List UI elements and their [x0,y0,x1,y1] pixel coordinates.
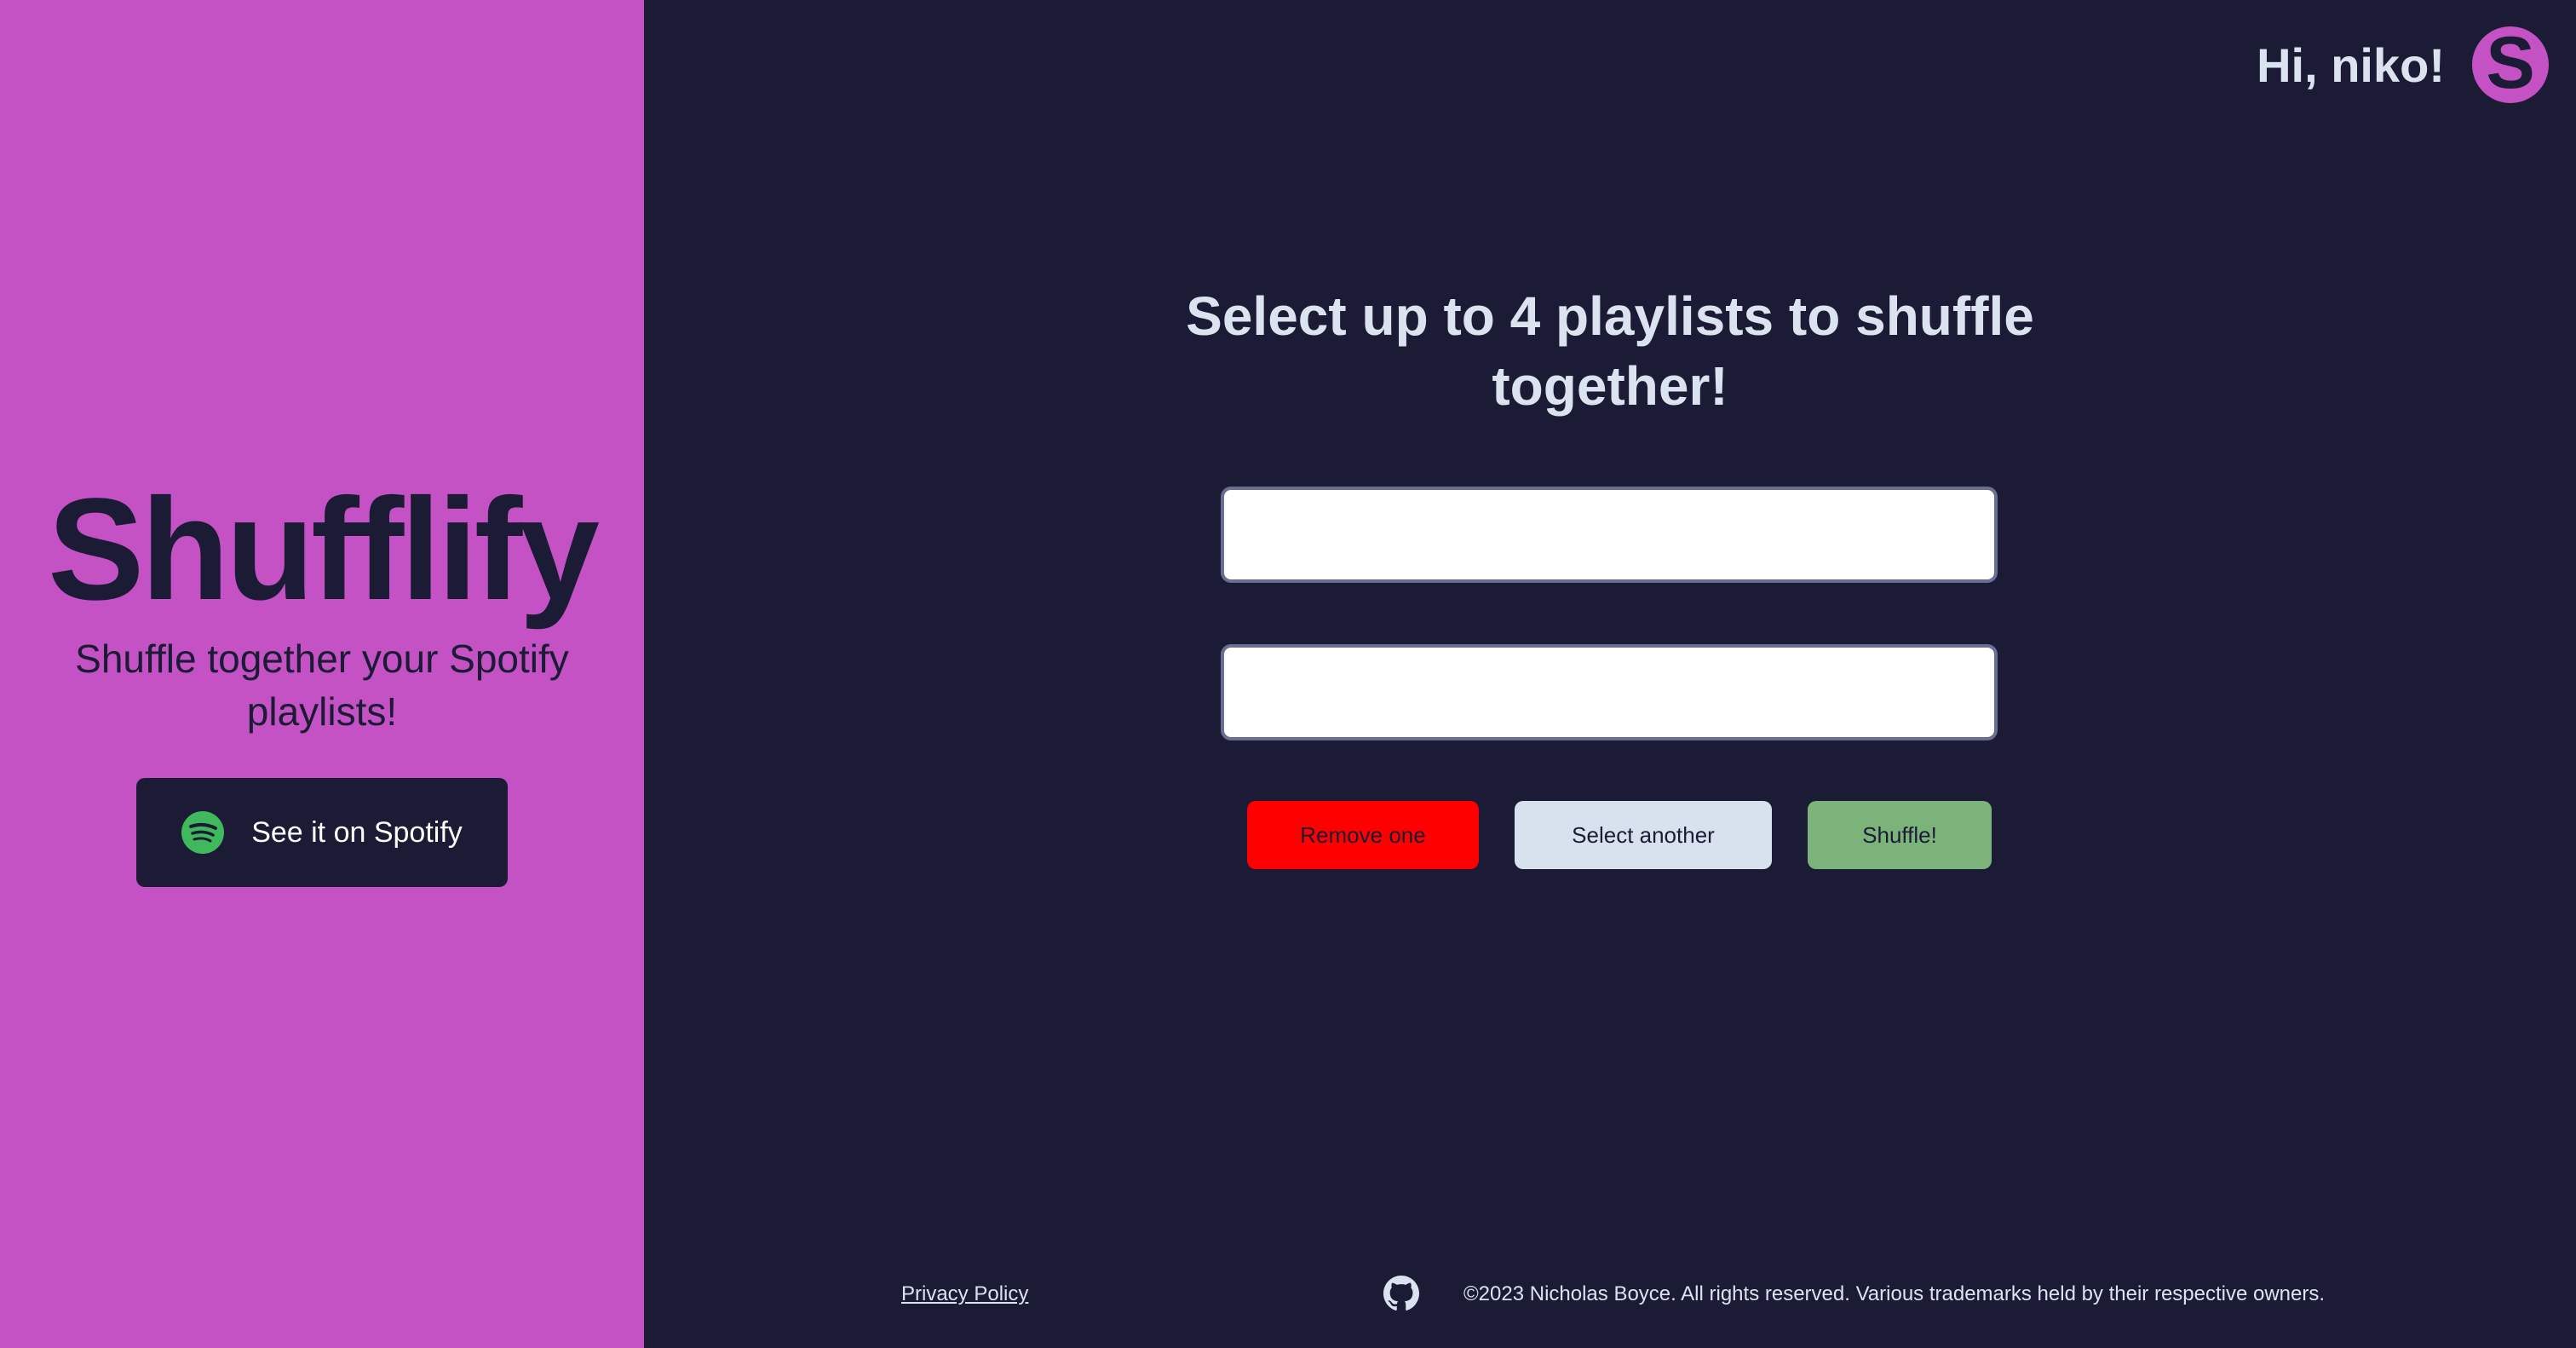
main-panel: Hi, niko! S Select up to 4 playlists to … [644,0,2576,1348]
copyright-text: ©2023 Nicholas Boyce. All rights reserve… [1463,1282,2326,1305]
page: Shufflify Shuffle together your Spotify … [0,0,2576,1348]
avatar-letter: S [2486,22,2535,104]
privacy-policy-link[interactable]: Privacy Policy [901,1282,1028,1306]
shuffle-button[interactable]: Shuffle! [1808,801,1992,869]
github-icon[interactable] [1383,1276,1419,1311]
see-on-spotify-button[interactable]: See it on Spotify [136,778,508,887]
user-avatar[interactable]: S [2472,22,2549,104]
brand-panel: Shufflify Shuffle together your Spotify … [0,0,644,1348]
see-on-spotify-label: See it on Spotify [251,815,463,849]
remove-one-button[interactable]: Remove one [1247,801,1479,869]
playlist-input-2[interactable] [1221,644,1998,740]
playlist-input-1[interactable] [1221,487,1998,583]
select-another-button[interactable]: Select another [1515,801,1772,869]
spotify-icon [181,811,225,854]
page-title: Select up to 4 playlists to shuffle toge… [1186,285,2034,417]
user-greeting: Hi, niko! [2257,38,2445,92]
brand-tagline: Shuffle together your Spotify playlists! [75,637,569,734]
brand-title: Shufflify [48,469,600,631]
